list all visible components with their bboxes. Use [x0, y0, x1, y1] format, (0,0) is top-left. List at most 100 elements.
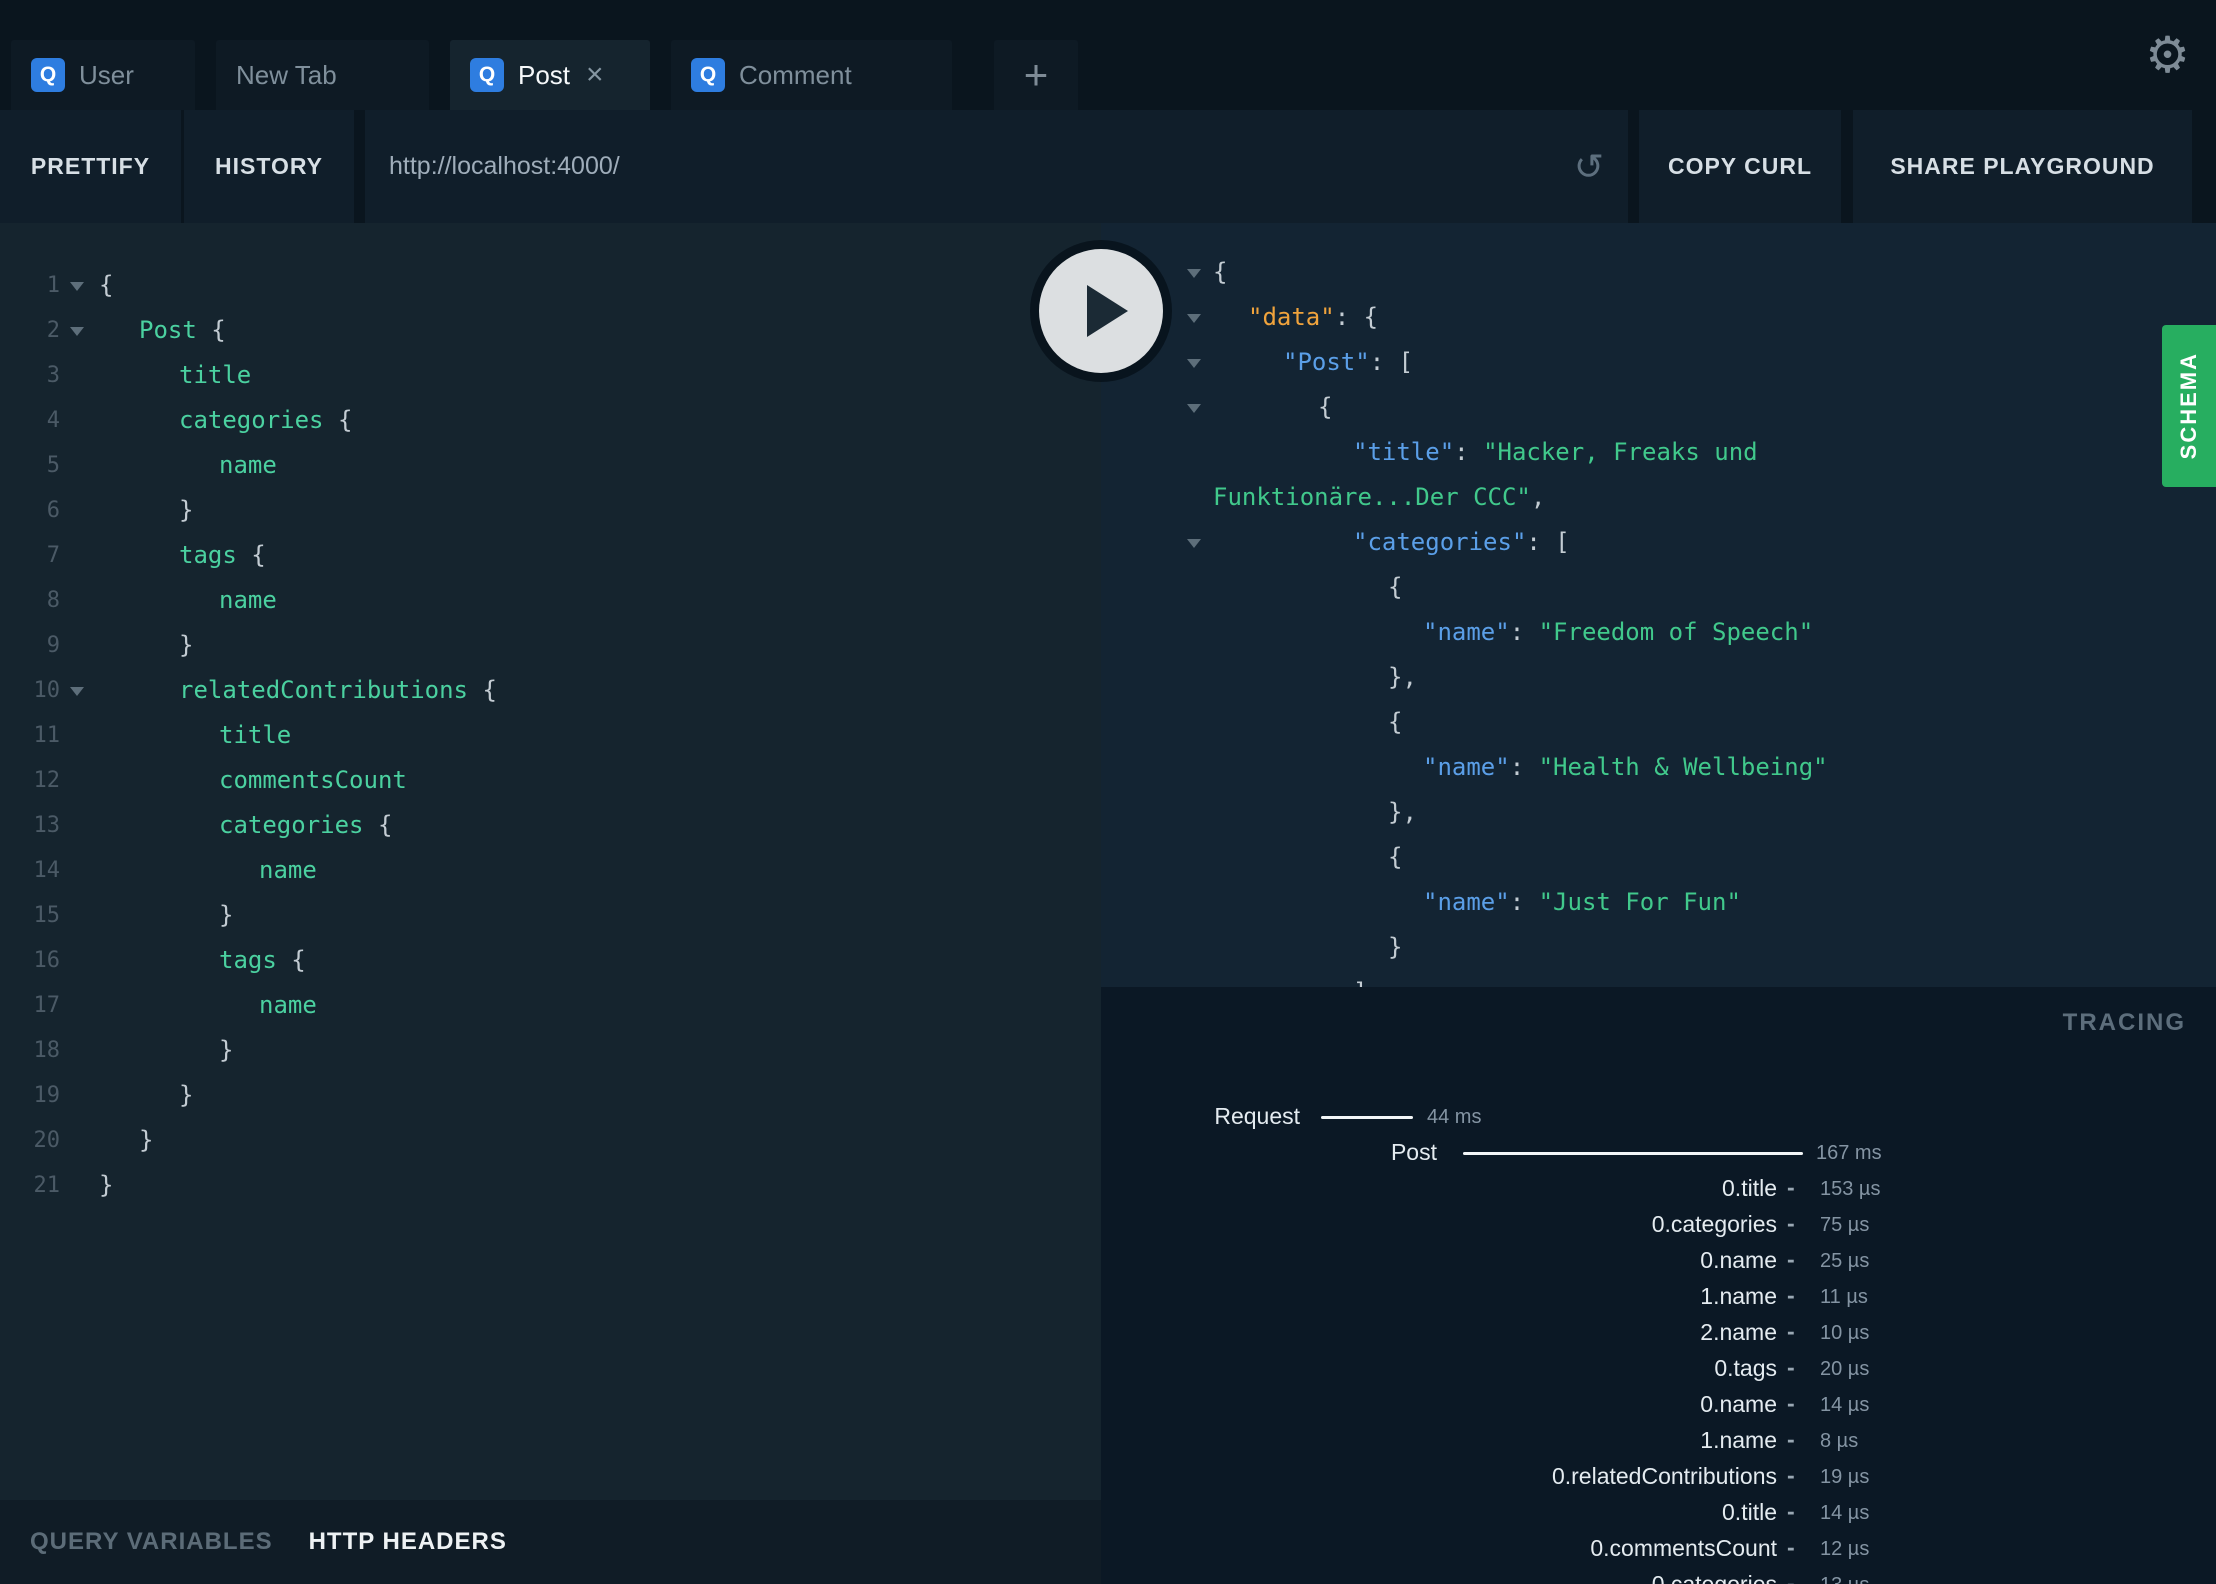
fold-caret-icon[interactable]	[70, 327, 84, 336]
query-line[interactable]: 8 name	[0, 578, 1101, 623]
trace-row-0-name: 0.name - 25 µs	[1101, 1244, 2216, 1280]
query-line[interactable]: 17 name	[0, 983, 1101, 1028]
code-text: ],	[1353, 970, 1382, 987]
query-line[interactable]: 14 name	[0, 848, 1101, 893]
endpoint-url-input[interactable]	[389, 152, 1556, 181]
line-number: 5	[46, 453, 60, 478]
code-text: Post {	[139, 316, 226, 344]
query-line[interactable]: 12 commentsCount	[0, 758, 1101, 803]
line-number: 8	[46, 588, 60, 613]
code-text: "categories": [	[1353, 528, 1570, 556]
trace-time: 44 ms	[1427, 1106, 1482, 1128]
response-line: {	[1101, 835, 2216, 880]
line-number: 2	[46, 318, 60, 343]
line-number: 20	[33, 1128, 61, 1153]
fold-caret-icon[interactable]	[70, 282, 84, 291]
reload-icon[interactable]: ↺	[1574, 146, 1604, 188]
tab-new-tab[interactable]: New Tab	[216, 40, 429, 110]
close-tab-icon[interactable]: ×	[586, 60, 604, 90]
query-line[interactable]: 2 Post {	[0, 308, 1101, 353]
line-number: 7	[46, 543, 60, 568]
query-line[interactable]: 21}	[0, 1163, 1101, 1208]
tab-bar: Q User New Tab Q Post × Q Comment + ⚙	[0, 0, 2216, 110]
query-line[interactable]: 9}	[0, 623, 1101, 668]
code-text: tags {	[179, 541, 266, 569]
code-text: }	[179, 1081, 194, 1109]
trace-time: 167 ms	[1816, 1142, 1882, 1164]
tab-post[interactable]: Q Post ×	[450, 40, 650, 110]
query-line[interactable]: 18}	[0, 1028, 1101, 1073]
code-text: }	[1388, 933, 1403, 961]
code-text: },	[1388, 663, 1417, 691]
trace-dash: -	[1787, 1534, 1795, 1560]
trace-time: 14 µs	[1820, 1502, 1870, 1524]
code-text: "Post": [	[1283, 348, 1414, 376]
query-line[interactable]: 13 categories {	[0, 803, 1101, 848]
query-line[interactable]: 11 title	[0, 713, 1101, 758]
query-line[interactable]: 5 name	[0, 443, 1101, 488]
code-text: title	[219, 721, 292, 749]
trace-dash: -	[1787, 1462, 1795, 1488]
trace-row-2-name: 2.name - 10 µs	[1101, 1316, 2216, 1352]
copy-curl-button[interactable]: COPY CURL	[1639, 110, 1841, 223]
endpoint-url-box: ↺	[365, 110, 1628, 223]
fold-caret-icon[interactable]	[1187, 314, 1201, 323]
trace-label: 0.title	[1722, 1175, 1777, 1201]
trace-dash: -	[1787, 1498, 1795, 1524]
trace-dash: -	[1787, 1282, 1795, 1308]
history-button[interactable]: HISTORY	[184, 110, 354, 223]
schema-tab-button[interactable]: SCHEMA	[2162, 325, 2216, 487]
fold-caret-icon[interactable]	[1187, 539, 1201, 548]
fold-caret-icon[interactable]	[1187, 359, 1201, 368]
execute-button[interactable]	[1039, 249, 1163, 373]
trace-row-0-title: 0.title - 14 µs	[1101, 1496, 2216, 1532]
tracing-toggle[interactable]: TRACING	[2063, 1009, 2186, 1037]
query-line[interactable]: 4 categories {	[0, 398, 1101, 443]
new-tab-button[interactable]: +	[994, 40, 1078, 110]
trace-time: 19 µs	[1820, 1466, 1870, 1488]
code-text: relatedContributions {	[179, 676, 497, 704]
trace-time: 13 µs	[1820, 1574, 1869, 1584]
query-editor-pane[interactable]: 1{2 Post {3 title 4 categories {5 name 6} 7 tags…	[0, 223, 1101, 1584]
trace-label: 0.relatedContributions	[1551, 1463, 1777, 1489]
code-text: name	[259, 991, 317, 1019]
query-line[interactable]: 3 title	[0, 353, 1101, 398]
trace-dash: -	[1787, 1426, 1795, 1452]
trace-row-0-relatedContributions: 0.relatedContributions - 19 µs	[1101, 1460, 2216, 1496]
tab-comment[interactable]: Q Comment	[671, 40, 952, 110]
fold-caret-icon[interactable]	[1187, 404, 1201, 413]
http-headers-tab[interactable]: HTTP HEADERS	[309, 1528, 507, 1556]
line-number: 19	[33, 1083, 61, 1108]
response-line: },	[1101, 655, 2216, 700]
main-area: 1{2 Post {3 title 4 categories {5 name 6} 7 tags…	[0, 223, 2216, 1584]
response-line: "categories": [	[1101, 520, 2216, 565]
code-text: "title": "Hacker, Freaks und	[1353, 438, 1758, 466]
query-line[interactable]: 10 relatedContributions {	[0, 668, 1101, 713]
fold-caret-icon[interactable]	[70, 687, 84, 696]
trace-row-1-name: 1.name - 11 µs	[1101, 1280, 2216, 1316]
settings-gear-icon[interactable]: ⚙	[2145, 28, 2190, 82]
line-number: 21	[33, 1173, 61, 1198]
code-text: {	[1388, 843, 1403, 871]
prettify-button[interactable]: PRETTIFY	[0, 110, 181, 223]
query-line[interactable]: 6}	[0, 488, 1101, 533]
play-icon	[1086, 285, 1128, 337]
code-text: commentsCount	[219, 766, 407, 794]
query-line[interactable]: 19}	[0, 1073, 1101, 1118]
code-text: {	[1388, 708, 1403, 736]
fold-caret-icon[interactable]	[1187, 269, 1201, 278]
code-text: }	[179, 496, 194, 524]
share-playground-button[interactable]: SHARE PLAYGROUND	[1853, 110, 2192, 223]
query-line[interactable]: 20}	[0, 1118, 1101, 1163]
query-line[interactable]: 7 tags {	[0, 533, 1101, 578]
response-line: "data": {	[1101, 295, 2216, 340]
trace-dash: -	[1787, 1246, 1795, 1272]
trace-label: 0.categories	[1651, 1211, 1777, 1237]
query-line[interactable]: 1{	[0, 263, 1101, 308]
query-line[interactable]: 16 tags {	[0, 938, 1101, 983]
query-variables-tab[interactable]: QUERY VARIABLES	[30, 1528, 273, 1556]
query-line[interactable]: 15}	[0, 893, 1101, 938]
trace-time: 12 µs	[1820, 1538, 1870, 1560]
trace-time: 11 µs	[1820, 1286, 1868, 1308]
tab-user[interactable]: Q User	[11, 40, 195, 110]
